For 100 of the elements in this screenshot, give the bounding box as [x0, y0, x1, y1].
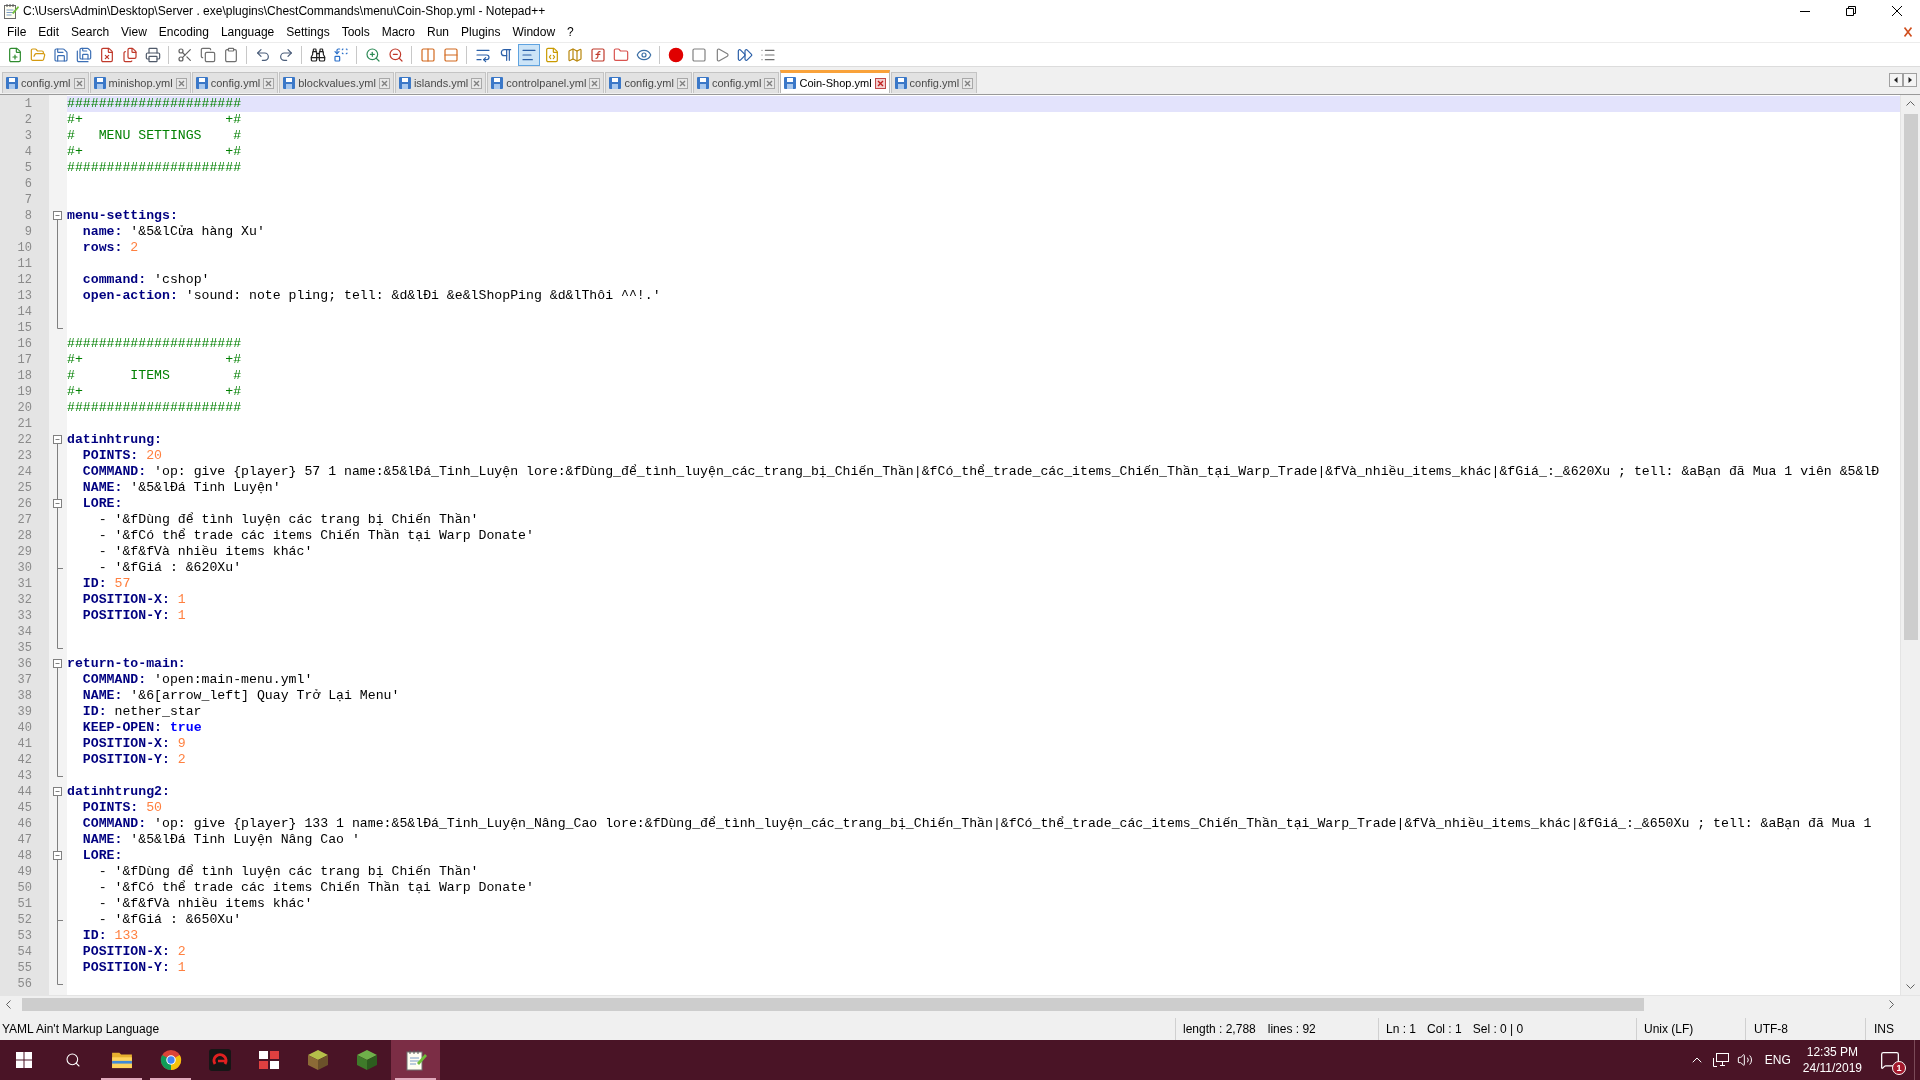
menu-item[interactable]: View — [115, 22, 153, 42]
code-line: - '&fCó thể trade các items Chiến Thần tại Warp Donate' — [98, 528, 534, 544]
line-number: 7 — [24, 192, 32, 208]
code-line: - '&fGiá : &620Xu' — [98, 560, 242, 576]
line-number: 49 — [17, 864, 32, 880]
line-number: 34 — [17, 624, 32, 640]
collapse-box-icon[interactable] — [53, 435, 62, 448]
line-number: 23 — [17, 448, 32, 464]
code-line: #+ +# — [67, 384, 242, 400]
collapse-box-icon[interactable] — [53, 848, 62, 864]
code-line: POSITION-X: 9 — [82, 736, 186, 752]
active-taskbar-button[interactable] — [391, 1040, 440, 1080]
tab[interactable]: Coin-Shop.yml — [780, 70, 890, 93]
line-number: 40 — [17, 720, 32, 736]
code-line: - '&f&fVà nhiều items khác' — [98, 896, 313, 912]
line-ending-text: Unix (LF) — [1644, 1021, 1694, 1038]
swirl-icon[interactable] — [208, 1049, 231, 1071]
search-icon[interactable] — [64, 1052, 81, 1068]
menu-item[interactable]: Search — [65, 22, 116, 42]
line-number: 26 — [17, 496, 32, 512]
line-number: 6 — [24, 176, 32, 192]
menu-item[interactable]: Macro — [375, 22, 421, 42]
tab[interactable]: config.yml — [2, 72, 89, 93]
collapse-box-icon[interactable] — [53, 659, 62, 672]
code-line: #+ +# — [67, 352, 242, 368]
line-number: 43 — [17, 768, 32, 784]
close-icon[interactable] — [1892, 6, 1902, 16]
four-squares-icon[interactable] — [16, 1052, 32, 1068]
tiles-icon[interactable] — [257, 1050, 280, 1070]
selection-text: Sel : 0 | 0 — [1472, 1021, 1524, 1038]
cube-icon[interactable] — [355, 1049, 378, 1071]
code-line: COMMAND: 'op: give {player} 57 1 name:&5&lĐá_Tinh_Luyện lore:&fDùng_để_tình_luyện_các_trang_bị_Chiến_Thần|&fCó_thể_trade_các_items_Chiến_Thần_tại_Warp_Trade|&fVà_nhiều_items_khác|&fGiá_:_&620Xu ; tell: &aBạn đã Mua 1 viên &5&lĐ — [82, 464, 1880, 480]
vertical-scrollbar[interactable] — [1900, 95, 1920, 995]
clock-date[interactable]: 24/11/2019 — [1802, 1060, 1862, 1076]
line-number: 32 — [17, 592, 32, 608]
clock-time[interactable]: 12:35 PM — [1806, 1044, 1859, 1060]
folder-icon[interactable] — [110, 1051, 133, 1069]
menu-item[interactable]: File — [1, 22, 33, 42]
lines-icon[interactable] — [517, 43, 540, 66]
menu-item[interactable]: Plugins — [455, 22, 507, 42]
minimize-icon[interactable] — [1800, 10, 1810, 12]
network-icon[interactable] — [1712, 1053, 1729, 1067]
tab[interactable]: controlpanel.yml — [487, 72, 605, 93]
close-icon[interactable] — [874, 77, 886, 89]
insert-mode-text: INS — [1874, 1021, 1894, 1038]
line-number: 16 — [17, 336, 32, 352]
tab[interactable]: config.yml — [191, 72, 279, 93]
code-line: POINTS: 20 — [82, 448, 162, 464]
menu-item[interactable]: Settings — [280, 22, 336, 42]
tab[interactable]: config.yml — [890, 72, 978, 93]
tab[interactable]: islands.yml — [394, 72, 487, 93]
line-number: 53 — [17, 928, 32, 944]
speaker-icon[interactable] — [1736, 1052, 1753, 1068]
line-number: 19 — [17, 384, 32, 400]
code-line: # ITEMS # — [67, 368, 242, 384]
menu-item[interactable]: Language — [214, 22, 281, 42]
line-number: 10 — [17, 240, 32, 256]
code-line: POSITION-Y: 1 — [82, 608, 186, 624]
line-number: 33 — [17, 608, 32, 624]
menu-item[interactable]: Encoding — [152, 22, 215, 42]
tab[interactable]: blockvalues.yml — [279, 72, 394, 93]
line-number: 22 — [17, 432, 32, 448]
collapse-box-icon[interactable] — [53, 787, 62, 800]
cursor-column-text: Col : 1 — [1427, 1021, 1462, 1038]
encoding-text: UTF-8 — [1754, 1021, 1788, 1038]
ring-logo-icon[interactable] — [159, 1049, 182, 1071]
code-line: #+ +# — [67, 144, 242, 160]
length-text: length : 2,788 — [1183, 1021, 1256, 1038]
notification-icon[interactable] — [1880, 1050, 1900, 1070]
notepad-icon[interactable] — [404, 1049, 427, 1071]
line-number: 3 — [24, 128, 32, 144]
menu-item[interactable]: Run — [421, 22, 456, 42]
menu-item[interactable]: Window — [506, 22, 562, 42]
line-number: 24 — [17, 464, 32, 480]
tab[interactable]: minishop.yml — [89, 72, 191, 93]
menu-item[interactable]: Edit — [32, 22, 66, 42]
tab[interactable]: config.yml — [692, 72, 780, 93]
tab[interactable]: config.yml — [605, 72, 692, 93]
code-line: LORE: — [82, 496, 123, 512]
code-line: datinhtrung: — [67, 432, 162, 448]
code-line: POSITION-Y: 2 — [82, 752, 186, 768]
code-line: ###################### — [67, 160, 242, 176]
block-icon[interactable] — [306, 1049, 329, 1071]
code-line: name: '&5&lCửa hàng Xu' — [82, 224, 265, 240]
collapse-box-icon[interactable] — [53, 211, 62, 224]
line-number: 31 — [17, 576, 32, 592]
menu-item[interactable]: Tools — [335, 22, 376, 42]
line-number: 37 — [17, 672, 32, 688]
line-number: 30 — [17, 560, 32, 576]
scrollbar-thumb[interactable] — [1903, 114, 1918, 640]
line-number: 4 — [24, 144, 32, 160]
restore-icon[interactable] — [1846, 6, 1856, 16]
line-number: 11 — [17, 256, 32, 272]
file-type-text: YAML Ain't Markup Language — [2, 1022, 160, 1036]
collapse-box-icon[interactable] — [53, 496, 62, 512]
line-number: 51 — [17, 896, 32, 912]
language-indicator[interactable]: ENG — [1764, 1051, 1791, 1069]
code-line: ###################### — [67, 336, 242, 352]
code-line: POSITION-Y: 1 — [82, 960, 186, 976]
menu-item[interactable]: ? — [561, 22, 580, 42]
